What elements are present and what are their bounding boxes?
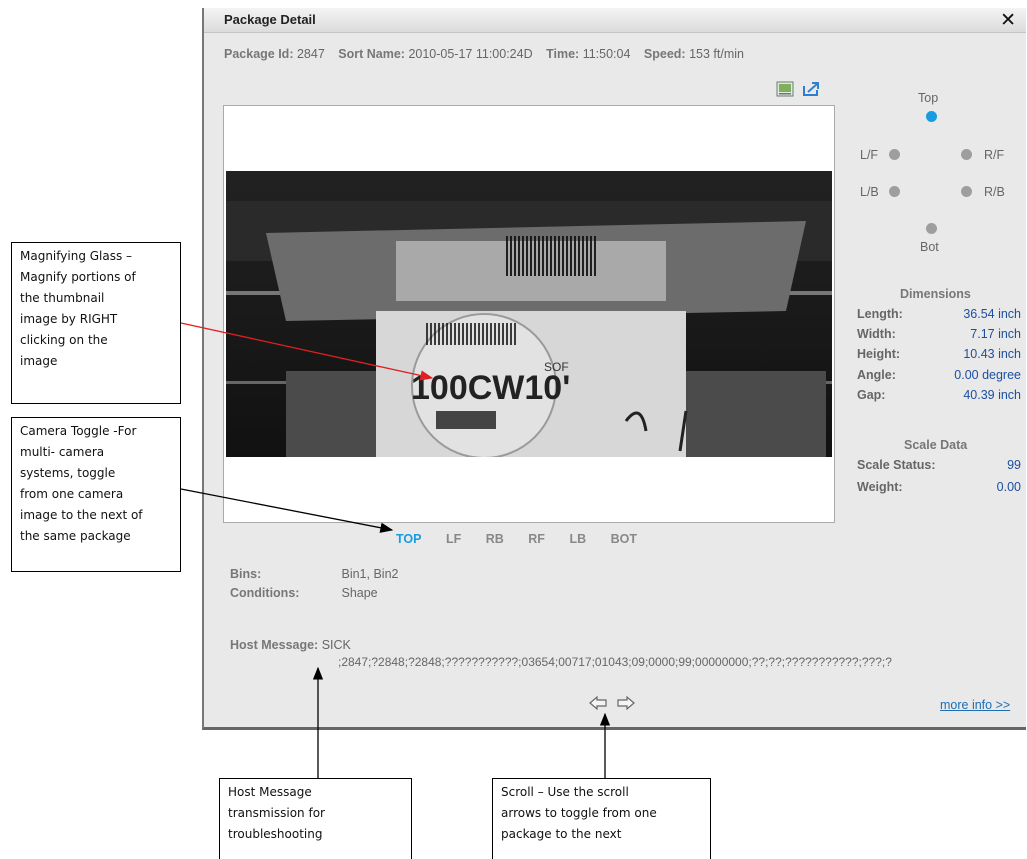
label-text-small: SOF — [544, 360, 569, 374]
dimension-row: Width: 7.17 inch — [857, 327, 1021, 341]
package-scroll-arrows — [588, 694, 640, 712]
camera-pos-bot-label: Bot — [920, 240, 939, 254]
host-message-line2: ;2847;?2848;?2848;???????????;03654;0071… — [338, 655, 892, 669]
callout-line: transmission for — [228, 806, 325, 820]
weight-value: 0.00 — [996, 480, 1021, 494]
height-label: Height: — [857, 347, 901, 361]
length-label: Length: — [857, 307, 903, 321]
callout-line: systems, toggle — [20, 466, 116, 480]
camera-pos-lb-dot[interactable] — [889, 186, 900, 197]
angle-value: 0.00 degree — [954, 368, 1021, 382]
weight-label: Weight: — [857, 480, 903, 494]
camera-pos-lb-label: L/B — [860, 185, 879, 199]
callout-line: Magnify portions of — [20, 270, 136, 284]
callout-line: Host Message — [228, 785, 312, 799]
width-value: 7.17 inch — [970, 327, 1021, 341]
scale-data-heading: Scale Data — [904, 438, 968, 452]
camera-pos-lf-label: L/F — [860, 148, 879, 162]
scale-row: Weight: 0.00 — [857, 480, 1021, 494]
camera-pos-bot-dot[interactable] — [926, 223, 937, 234]
package-id-value: 2847 — [296, 47, 325, 61]
dialog-title: Package Detail — [224, 12, 316, 27]
bins-label: Bins: — [230, 567, 262, 581]
tab-rb[interactable]: RB — [486, 532, 504, 546]
camera-pos-rf-label: R/F — [984, 148, 1005, 162]
callout-line: multi- camera — [20, 445, 105, 459]
more-info-link[interactable]: more info >> — [940, 698, 1010, 712]
camera-pos-rb-dot[interactable] — [961, 186, 972, 197]
callout-line: image — [20, 354, 58, 368]
callout-line: clicking on the — [20, 333, 108, 347]
length-value: 36.54 inch — [963, 307, 1021, 321]
scroll-callout: Scroll – Use the scroll arrows to toggle… — [492, 778, 711, 859]
camera-pos-top-dot[interactable] — [926, 111, 937, 122]
host-message-line1: SICK — [321, 638, 351, 652]
title-bar: Package Detail ✕ — [204, 8, 1026, 33]
callout-line: package to the next — [501, 827, 622, 841]
gap-label: Gap: — [857, 388, 886, 402]
dimension-row: Height: 10.43 inch — [857, 347, 1021, 361]
time-value: 11:50:04 — [582, 47, 631, 61]
sort-name-label: Sort Name: — [338, 47, 405, 61]
package-image-panel: 100CW10' SOF — [223, 105, 835, 523]
callout-line: Camera Toggle -For — [20, 424, 137, 438]
tab-bot[interactable]: BOT — [611, 532, 637, 546]
label-text-main: 100CW10' — [411, 369, 570, 407]
dimension-row: Length: 36.54 inch — [857, 307, 1021, 321]
bins-row: Bins: Bin1, Bin2 — [230, 567, 398, 581]
width-label: Width: — [857, 327, 896, 341]
sort-name-value: 2010-05-17 11:00:24D — [408, 47, 533, 61]
callout-line: arrows to toggle from one — [501, 806, 657, 820]
bins-value: Bin1, Bin2 — [341, 567, 399, 581]
callout-line: troubleshooting — [228, 827, 323, 841]
host-message-label: Host Message: — [230, 638, 319, 652]
host-message-row: Host Message: SICK — [230, 638, 351, 652]
package-thumbnail-image[interactable]: 100CW10' SOF — [226, 171, 832, 457]
tab-top[interactable]: TOP — [396, 532, 421, 546]
gap-value: 40.39 inch — [963, 388, 1021, 402]
previous-package-arrow-icon[interactable] — [588, 695, 608, 711]
magnifier-callout: Magnifying Glass – Magnify portions of t… — [11, 242, 181, 404]
package-detail-dialog: Package Detail ✕ Package Id: 2847 Sort N… — [202, 8, 1026, 730]
scale-status-value: 99 — [1007, 458, 1021, 472]
image-toolbar — [776, 80, 824, 98]
scale-row: Scale Status: 99 — [857, 458, 1021, 472]
callout-line: from one camera — [20, 487, 124, 501]
dimension-row: Angle: 0.00 degree — [857, 368, 1021, 382]
camera-toggle-callout: Camera Toggle -For multi- camera systems… — [11, 417, 181, 572]
dimensions-heading: Dimensions — [900, 287, 971, 301]
camera-pos-lf-dot[interactable] — [889, 149, 900, 160]
callout-line: Magnifying Glass – — [20, 249, 133, 263]
height-value: 10.43 inch — [963, 347, 1021, 361]
callout-line: Scroll – Use the scroll — [501, 785, 629, 799]
tab-lb[interactable]: LB — [569, 532, 586, 546]
conditions-row: Conditions: Shape — [230, 586, 378, 600]
speed-label: Speed: — [643, 47, 686, 61]
callout-line: the same package — [20, 529, 131, 543]
camera-pos-top-label: Top — [918, 91, 939, 105]
export-icon[interactable] — [802, 81, 820, 97]
tab-rf[interactable]: RF — [528, 532, 545, 546]
speed-value: 153 ft/min — [689, 47, 744, 61]
callout-line: the thumbnail — [20, 291, 105, 305]
tab-lf[interactable]: LF — [446, 532, 461, 546]
scale-status-label: Scale Status: — [857, 458, 936, 472]
next-package-arrow-icon[interactable] — [616, 695, 636, 711]
package-id-label: Package Id: — [224, 47, 294, 61]
dimension-row: Gap: 40.39 inch — [857, 388, 1021, 402]
conditions-value: Shape — [341, 586, 378, 600]
host-message-callout: Host Message transmission for troublesho… — [219, 778, 412, 859]
image-view-icon[interactable] — [776, 81, 794, 97]
camera-tabs: TOP LF RB RF LB BOT — [396, 532, 658, 546]
camera-pos-rb-label: R/B — [984, 185, 1005, 199]
time-label: Time: — [546, 47, 580, 61]
callout-line: image to the next of — [20, 508, 143, 522]
conditions-label: Conditions: — [230, 586, 300, 600]
angle-label: Angle: — [857, 368, 896, 382]
camera-pos-rf-dot[interactable] — [961, 149, 972, 160]
callout-line: image by RIGHT — [20, 312, 118, 326]
package-info-bar: Package Id: 2847 Sort Name: 2010-05-17 1… — [224, 47, 754, 61]
close-icon[interactable]: ✕ — [1000, 9, 1016, 32]
